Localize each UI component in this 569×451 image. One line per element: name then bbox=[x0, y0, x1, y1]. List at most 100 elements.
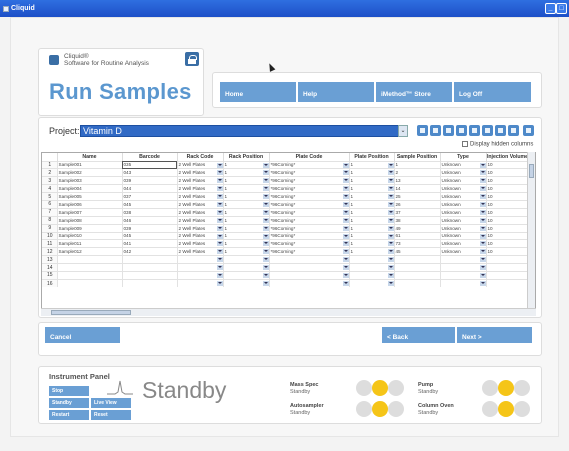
table-cell[interactable]: 046 bbox=[122, 215, 178, 225]
table-cell[interactable] bbox=[440, 270, 487, 280]
table-row[interactable]: 3 Sample003 039 2 Well Plates 1 *96Corning* 1 1… bbox=[42, 176, 530, 185]
table-cell[interactable]: 1 bbox=[223, 239, 270, 248]
table-cell[interactable]: 041 bbox=[122, 239, 178, 248]
chevron-down-icon[interactable]: ⌄ bbox=[398, 125, 408, 137]
chevron-down-icon[interactable] bbox=[342, 170, 348, 176]
table-cell[interactable]: 2 Well Plates bbox=[177, 223, 224, 233]
chevron-down-icon[interactable] bbox=[387, 194, 393, 200]
lock-icon[interactable] bbox=[185, 52, 199, 66]
chevron-down-icon[interactable] bbox=[216, 170, 222, 176]
table-cell[interactable]: 2 Well Plates bbox=[177, 176, 224, 185]
chevron-down-icon[interactable] bbox=[262, 194, 268, 200]
checkbox-icon[interactable] bbox=[462, 141, 468, 147]
view-icon[interactable] bbox=[523, 125, 534, 136]
table-cell[interactable] bbox=[269, 270, 350, 280]
move-row-icon[interactable] bbox=[508, 125, 519, 136]
chevron-down-icon[interactable] bbox=[342, 178, 348, 184]
project-select[interactable]: Vitamin D bbox=[80, 125, 408, 137]
chevron-down-icon[interactable] bbox=[342, 217, 348, 223]
chevron-down-icon[interactable] bbox=[216, 257, 222, 263]
table-cell[interactable]: Unknown bbox=[440, 192, 487, 201]
chevron-down-icon[interactable] bbox=[387, 233, 393, 239]
table-cell[interactable] bbox=[440, 263, 487, 272]
table-cell[interactable]: 1 bbox=[223, 184, 270, 193]
chevron-down-icon[interactable] bbox=[387, 265, 393, 271]
table-cell[interactable] bbox=[440, 278, 487, 288]
table-cell[interactable]: 039 bbox=[122, 223, 178, 233]
table-cell[interactable] bbox=[122, 270, 178, 280]
maximize-button[interactable]: □ bbox=[556, 3, 567, 14]
table-row[interactable]: 12 Sample012 042 2 Well Plates 1 *96Corning* 1… bbox=[42, 247, 530, 256]
table-cell[interactable]: 1 bbox=[349, 199, 395, 209]
chevron-down-icon[interactable] bbox=[479, 170, 485, 176]
table-cell[interactable]: 1 bbox=[223, 215, 270, 225]
chevron-down-icon[interactable] bbox=[262, 162, 268, 168]
scroll-thumb[interactable] bbox=[529, 164, 534, 178]
cancel-button[interactable]: Cancel bbox=[45, 327, 120, 343]
table-cell[interactable]: 10 bbox=[486, 176, 530, 185]
chevron-down-icon[interactable] bbox=[479, 186, 485, 192]
table-cell[interactable]: *96Corning* bbox=[269, 215, 350, 225]
chevron-down-icon[interactable] bbox=[262, 280, 268, 286]
table-cell[interactable] bbox=[223, 263, 270, 272]
table-cell[interactable]: 2 Well Plates bbox=[177, 247, 224, 256]
chevron-down-icon[interactable] bbox=[387, 162, 393, 168]
chevron-down-icon[interactable] bbox=[216, 249, 222, 255]
table-cell[interactable] bbox=[394, 270, 441, 280]
chevron-down-icon[interactable] bbox=[342, 194, 348, 200]
table-cell[interactable]: 038 bbox=[122, 207, 178, 217]
table-cell[interactable]: 2 Well Plates bbox=[177, 215, 224, 225]
nav-store-button[interactable]: iMethod™ Store bbox=[376, 82, 452, 102]
table-cell[interactable]: 1 bbox=[223, 192, 270, 201]
table-cell[interactable]: 035 bbox=[122, 160, 178, 169]
table-cell[interactable] bbox=[122, 255, 178, 264]
chevron-down-icon[interactable] bbox=[262, 178, 268, 184]
add-icon[interactable] bbox=[469, 125, 480, 136]
chevron-down-icon[interactable] bbox=[342, 249, 348, 255]
nav-help-button[interactable]: Help bbox=[298, 82, 374, 102]
column-header[interactable]: Name bbox=[57, 153, 123, 161]
chevron-down-icon[interactable] bbox=[262, 257, 268, 263]
chevron-down-icon[interactable] bbox=[262, 186, 268, 192]
column-header[interactable]: Sample Position bbox=[394, 153, 441, 161]
table-cell[interactable]: 25 bbox=[394, 192, 441, 201]
table-cell[interactable]: 45 bbox=[394, 247, 441, 256]
chevron-down-icon[interactable] bbox=[479, 217, 485, 223]
table-cell[interactable]: Sample003 bbox=[57, 176, 123, 185]
table-cell[interactable]: 1 bbox=[349, 231, 395, 240]
stop-button[interactable]: Stop bbox=[49, 386, 89, 396]
chevron-down-icon[interactable] bbox=[342, 241, 348, 247]
chevron-down-icon[interactable] bbox=[342, 265, 348, 271]
table-cell[interactable]: 10 bbox=[486, 215, 530, 225]
delete-icon[interactable] bbox=[482, 125, 493, 136]
table-cell[interactable]: 10 bbox=[486, 160, 530, 169]
chevron-down-icon[interactable] bbox=[216, 272, 222, 278]
chevron-down-icon[interactable] bbox=[216, 186, 222, 192]
table-row[interactable]: 13 bbox=[42, 255, 530, 264]
chevron-down-icon[interactable] bbox=[262, 201, 268, 207]
table-cell[interactable]: Sample012 bbox=[57, 247, 123, 256]
scroll-thumb[interactable] bbox=[51, 310, 131, 315]
table-cell[interactable]: Unknown bbox=[440, 199, 487, 209]
chevron-down-icon[interactable] bbox=[387, 272, 393, 278]
chevron-down-icon[interactable] bbox=[342, 257, 348, 263]
table-cell[interactable] bbox=[177, 255, 224, 264]
table-row[interactable]: 10 Sample010 045 2 Well Plates 1 *96Corning* 1… bbox=[42, 231, 530, 240]
table-cell[interactable] bbox=[440, 255, 487, 264]
table-cell[interactable]: Sample001 bbox=[57, 160, 123, 169]
chevron-down-icon[interactable] bbox=[479, 209, 485, 215]
table-cell[interactable]: Sample006 bbox=[57, 199, 123, 209]
table-row[interactable]: 15 bbox=[42, 270, 530, 280]
insert-row-icon[interactable] bbox=[495, 125, 506, 136]
table-cell[interactable] bbox=[223, 278, 270, 288]
table-cell[interactable]: 045 bbox=[122, 231, 178, 240]
table-cell[interactable]: *96Corning* bbox=[269, 247, 350, 256]
table-cell[interactable]: 14 bbox=[394, 184, 441, 193]
chevron-down-icon[interactable] bbox=[479, 241, 485, 247]
table-cell[interactable]: 1 bbox=[223, 168, 270, 177]
chevron-down-icon[interactable] bbox=[262, 209, 268, 215]
chevron-down-icon[interactable] bbox=[479, 257, 485, 263]
table-cell[interactable]: 73 bbox=[394, 239, 441, 248]
table-cell[interactable]: 2 Well Plates bbox=[177, 168, 224, 177]
table-cell[interactable]: 1 bbox=[349, 215, 395, 225]
